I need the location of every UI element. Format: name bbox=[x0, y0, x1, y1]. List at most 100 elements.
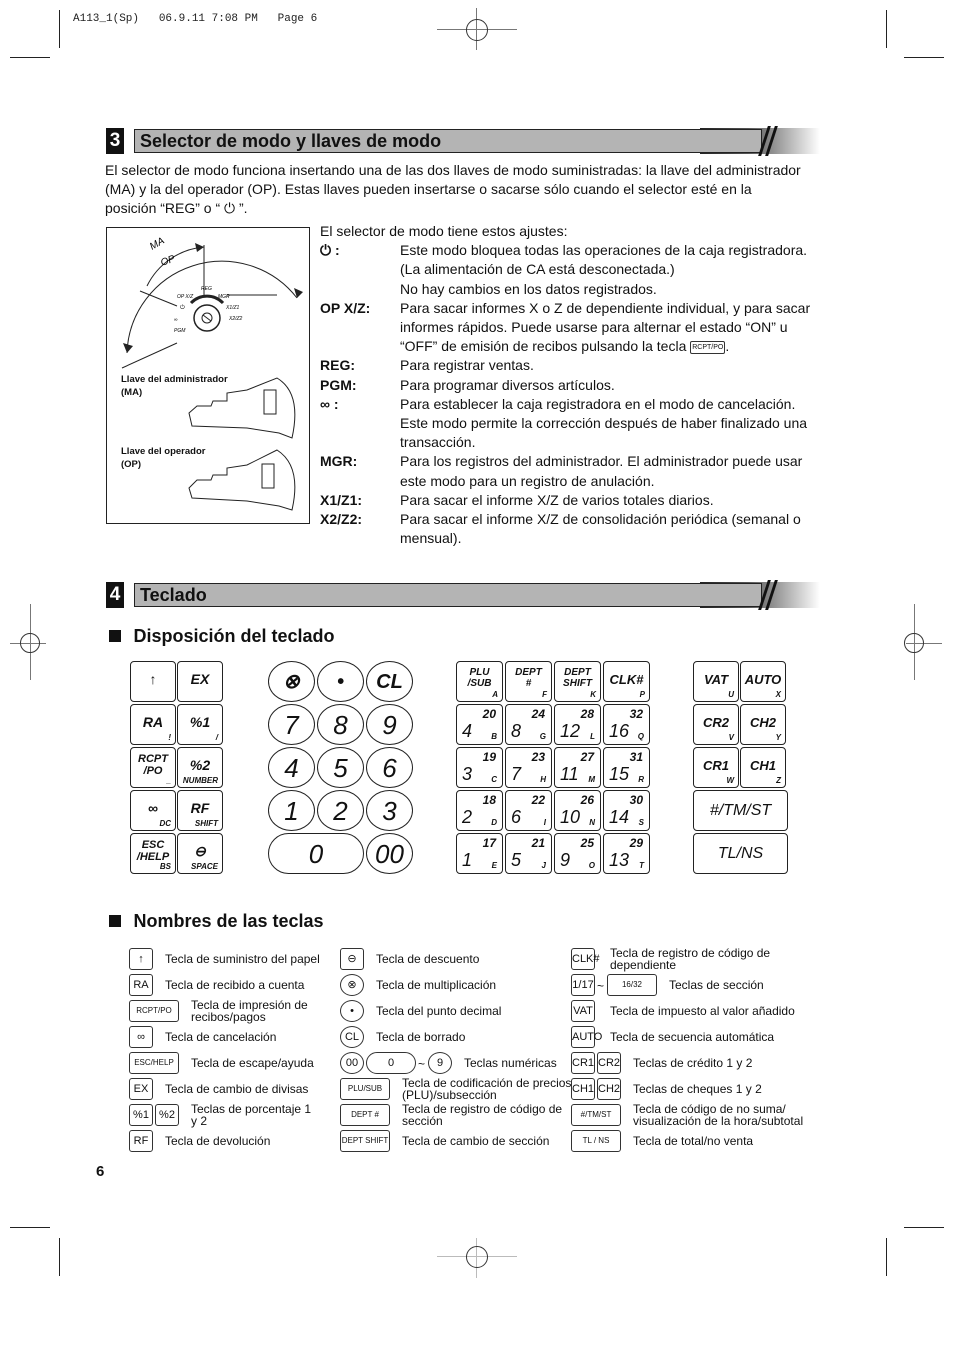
dept-key-big: 7 bbox=[511, 764, 522, 784]
dept-key-sub: I bbox=[543, 818, 546, 827]
setting-key: OP X/Z: bbox=[320, 299, 371, 316]
key-sublabel: Z bbox=[776, 776, 781, 785]
dept-key-big: 9 bbox=[560, 850, 571, 870]
department-key[interactable]: 24 8 G bbox=[505, 704, 552, 745]
key-icon: ESC/HELP bbox=[129, 1052, 179, 1074]
department-key[interactable]: 22 6 I bbox=[505, 790, 552, 831]
key-name-text: Tecla de codificación de precios (PLU)/s… bbox=[402, 1076, 572, 1102]
function-key[interactable]: AUTO X bbox=[740, 661, 786, 702]
numpad-key[interactable]: CL bbox=[366, 661, 413, 702]
setting-row: ∞ : Para establecer la caja registradora … bbox=[320, 395, 830, 453]
key-icon: CR2 bbox=[597, 1052, 621, 1074]
function-key[interactable]: CLK# P bbox=[603, 661, 650, 702]
dept-key-big: 2 bbox=[462, 807, 473, 827]
department-key[interactable]: 30 14 S bbox=[603, 790, 650, 831]
key-name-text: Tecla de recibido a cuenta bbox=[165, 978, 305, 992]
dept-key-big: 8 bbox=[511, 721, 522, 741]
key-sublabel: _ bbox=[166, 776, 171, 785]
keyboard-key[interactable]: ↑ bbox=[130, 661, 176, 702]
dept-key-big: 6 bbox=[511, 807, 522, 827]
key-name-text: Tecla de suministro del papel bbox=[165, 952, 320, 966]
setting-row: MGR: Para los registros del administrador… bbox=[320, 452, 830, 490]
section-number: 3 bbox=[106, 128, 124, 154]
setting-row: PGM: Para programar diversos artículos. bbox=[320, 376, 830, 395]
key-label: CLK# bbox=[609, 672, 644, 687]
numpad-key[interactable]: 7 bbox=[268, 704, 315, 745]
numpad-key[interactable]: 6 bbox=[366, 747, 413, 788]
function-key[interactable]: CR1 W bbox=[693, 747, 739, 788]
keyboard-key[interactable]: RA! bbox=[130, 704, 176, 745]
function-key[interactable]: CR2 V bbox=[693, 704, 739, 745]
keyboard-layout-heading-block: Disposición del teclado bbox=[109, 626, 335, 647]
department-key[interactable]: 29 13 T bbox=[603, 833, 650, 874]
numpad-key[interactable]: 2 bbox=[317, 790, 364, 831]
department-key[interactable]: 25 9 O bbox=[554, 833, 601, 874]
crop-mark bbox=[10, 57, 50, 58]
position-label: PGM bbox=[174, 328, 186, 334]
department-key[interactable]: 21 5 J bbox=[505, 833, 552, 874]
keyboard-key[interactable]: %1 / bbox=[177, 704, 223, 745]
key-icon: DEPT # bbox=[340, 1104, 390, 1126]
department-key[interactable]: 19 3 C bbox=[456, 747, 503, 788]
rcpt-po-key-icon: RCPT/PO bbox=[690, 341, 726, 355]
numpad-key[interactable]: • bbox=[317, 661, 364, 702]
function-key[interactable]: CH1 Z bbox=[740, 747, 786, 788]
function-key-wide[interactable]: #/TM/ST bbox=[693, 790, 788, 831]
numpad-key[interactable]: 00 bbox=[366, 833, 413, 874]
dept-key-big: 1 bbox=[462, 850, 473, 870]
numpad-key[interactable]: 9 bbox=[366, 704, 413, 745]
numpad-key[interactable]: 1 bbox=[268, 790, 315, 831]
intro-line: (MA) y la del operador (OP). Estas llave… bbox=[105, 181, 752, 197]
setting-line: Para establecer la caja registradora en … bbox=[400, 395, 796, 412]
dept-key-top: 28 bbox=[580, 707, 594, 721]
key-label: ∞ bbox=[148, 800, 158, 816]
department-key[interactable]: 18 2 D bbox=[456, 790, 503, 831]
position-label: REG bbox=[201, 286, 212, 292]
registration-circle bbox=[466, 1246, 488, 1268]
function-key[interactable]: PLU /SUB A bbox=[456, 661, 503, 702]
department-key[interactable]: 32 16 Q bbox=[603, 704, 650, 745]
numpad-key[interactable]: 8 bbox=[317, 704, 364, 745]
setting-description: Para establecer la caja registradora en … bbox=[400, 395, 830, 453]
department-key[interactable]: 23 7 H bbox=[505, 747, 552, 788]
keyboard-key[interactable]: ESC /HELP BS bbox=[130, 833, 176, 874]
key-name-text: Tecla de total/no venta bbox=[633, 1134, 754, 1148]
key-label: CR2 bbox=[702, 715, 729, 730]
numpad-key[interactable]: 4 bbox=[268, 747, 315, 788]
key-name-text: Tecla de cancelación bbox=[165, 1030, 277, 1044]
key-label: TL/NS bbox=[717, 845, 764, 862]
key-label: ⊖ bbox=[194, 843, 206, 859]
setting-key: PGM: bbox=[320, 376, 357, 393]
department-key[interactable]: 31 15 R bbox=[603, 747, 650, 788]
function-key-wide[interactable]: TL/NS bbox=[693, 833, 788, 874]
function-key[interactable]: DEPT # F bbox=[505, 661, 552, 702]
keyboard-key[interactable]: EX bbox=[177, 661, 223, 702]
keyboard-key[interactable]: RCPT /PO _ bbox=[130, 747, 176, 788]
key-label: ESC /HELP bbox=[136, 839, 170, 863]
numpad-key[interactable]: 5 bbox=[317, 747, 364, 788]
dept-key-big: 15 bbox=[609, 764, 630, 784]
function-key[interactable]: CH2 Y bbox=[740, 704, 786, 745]
department-key[interactable]: 28 12 L bbox=[554, 704, 601, 745]
key-sublabel: SHIFT bbox=[194, 819, 218, 828]
numpad-key[interactable]: ⊗ bbox=[268, 661, 315, 702]
setting-row: OP X/Z: Para sacar informes X o Z de depe… bbox=[320, 299, 830, 357]
dept-key-sub: R bbox=[638, 775, 644, 784]
department-key[interactable]: 27 11 M bbox=[554, 747, 601, 788]
numpad-key[interactable]: 0 bbox=[268, 833, 364, 874]
department-key[interactable]: 26 10 N bbox=[554, 790, 601, 831]
function-key[interactable]: DEPT SHIFT K bbox=[554, 661, 601, 702]
department-key[interactable]: 20 4 B bbox=[456, 704, 503, 745]
numpad-key[interactable]: 3 bbox=[366, 790, 413, 831]
keyboard-layout-heading: Disposición del teclado bbox=[133, 626, 335, 646]
department-key[interactable]: 17 1 E bbox=[456, 833, 503, 874]
position-label: X2/Z2 bbox=[228, 316, 243, 322]
key-name-text: Tecla de código de no suma/ visualizació… bbox=[633, 1102, 804, 1128]
key-name-text: Tecla de registro de código de dependien… bbox=[610, 946, 771, 972]
function-key[interactable]: VAT U bbox=[693, 661, 739, 702]
keyboard-key[interactable]: %2 NUMBER bbox=[177, 747, 223, 788]
key-icon: RCPT/PO bbox=[129, 1000, 179, 1022]
keyboard-key[interactable]: ∞ DC bbox=[130, 790, 176, 831]
keyboard-key[interactable]: RF SHIFT bbox=[177, 790, 223, 831]
keyboard-key[interactable]: ⊖ SPACE bbox=[177, 833, 223, 874]
